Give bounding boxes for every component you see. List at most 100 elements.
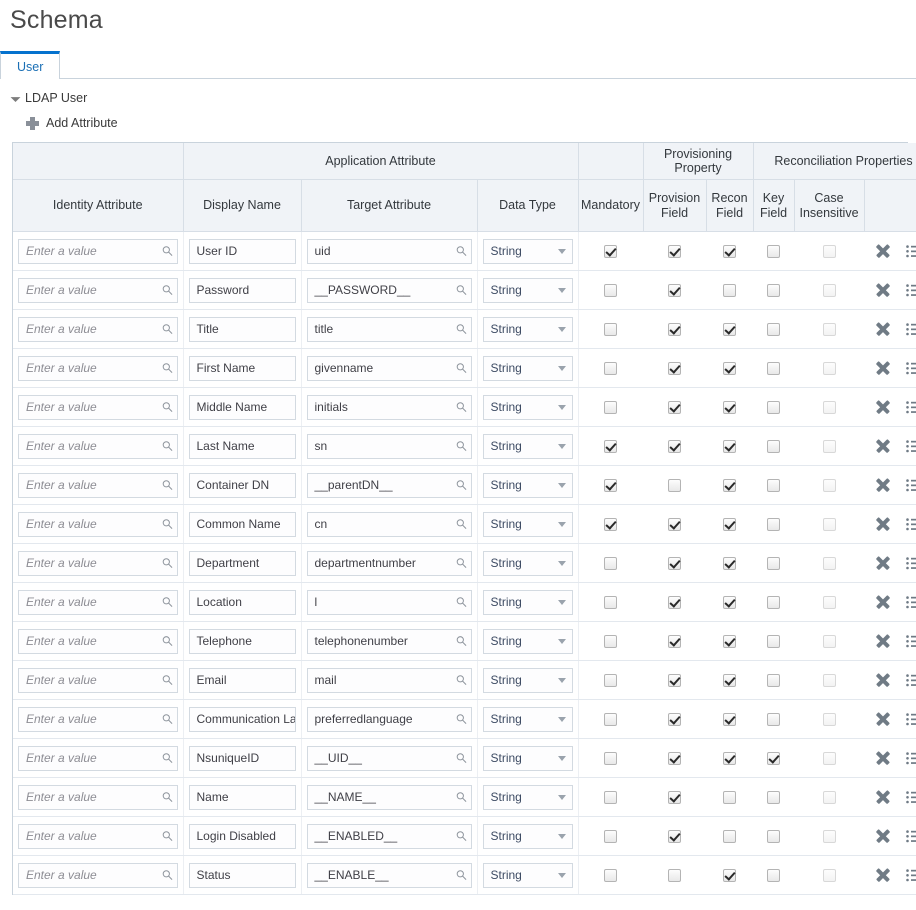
data-type-select[interactable]: String [482, 706, 573, 732]
mandatory-checkbox[interactable] [604, 673, 618, 687]
search-icon[interactable] [456, 285, 467, 296]
mandatory-checkbox[interactable] [604, 361, 618, 375]
chevron-down-icon[interactable] [557, 405, 566, 410]
data-type-select[interactable]: String [482, 277, 573, 303]
recon-field-checkbox[interactable] [723, 322, 736, 336]
recon-field-checkbox[interactable] [723, 790, 736, 804]
search-icon[interactable] [456, 363, 467, 374]
tree-node-ldap-user[interactable]: LDAP User [0, 79, 916, 105]
identity-attribute-input[interactable]: Enter a value [18, 316, 178, 342]
key-field-checkbox[interactable] [767, 244, 780, 258]
provision-field-checkbox[interactable] [668, 868, 681, 882]
mandatory-checkbox[interactable] [604, 556, 618, 570]
data-type-select[interactable]: String [482, 472, 573, 498]
case-insensitive-checkbox[interactable] [822, 478, 836, 492]
delete-x-icon[interactable] [875, 790, 890, 805]
display-name-input[interactable]: Department [188, 550, 296, 576]
list-icon[interactable] [906, 634, 916, 648]
list-icon[interactable] [906, 712, 916, 726]
data-type-select[interactable]: String [482, 511, 573, 537]
delete-x-icon[interactable] [875, 517, 890, 532]
identity-attribute-input[interactable]: Enter a value [18, 667, 178, 693]
delete-x-icon[interactable] [875, 673, 890, 688]
display-name-input[interactable]: User ID [188, 238, 296, 264]
target-attribute-input[interactable]: __PASSWORD__ [306, 277, 472, 303]
provision-field-checkbox[interactable] [668, 244, 681, 258]
key-field-checkbox[interactable] [767, 322, 780, 336]
display-name-input[interactable]: Name [188, 784, 296, 810]
col-header-mandatory[interactable]: Mandatory [578, 179, 644, 232]
mandatory-checkbox[interactable] [604, 244, 618, 258]
display-name-input[interactable]: Title [188, 316, 296, 342]
provision-field-checkbox[interactable] [668, 478, 681, 492]
provision-field-checkbox[interactable] [668, 322, 681, 336]
mandatory-checkbox[interactable] [604, 439, 618, 453]
search-icon[interactable] [162, 441, 173, 452]
chevron-down-icon[interactable] [557, 483, 566, 488]
recon-field-checkbox[interactable] [723, 478, 736, 492]
search-icon[interactable] [456, 324, 467, 335]
delete-x-icon[interactable] [875, 556, 890, 571]
search-icon[interactable] [162, 363, 173, 374]
chevron-down-icon[interactable] [557, 678, 566, 683]
delete-x-icon[interactable] [875, 712, 890, 727]
col-header-recon-field[interactable]: Recon Field [706, 179, 754, 232]
chevron-down-icon[interactable] [557, 366, 566, 371]
add-attribute-button[interactable]: Add Attribute [0, 105, 916, 130]
data-type-select[interactable]: String [482, 394, 573, 420]
case-insensitive-checkbox[interactable] [822, 322, 836, 336]
chevron-down-icon[interactable] [557, 327, 566, 332]
identity-attribute-input[interactable]: Enter a value [18, 550, 178, 576]
search-icon[interactable] [456, 558, 467, 569]
list-icon[interactable] [906, 751, 916, 765]
delete-x-icon[interactable] [875, 478, 890, 493]
delete-x-icon[interactable] [875, 244, 890, 259]
search-icon[interactable] [162, 324, 173, 335]
recon-field-checkbox[interactable] [723, 634, 736, 648]
display-name-input[interactable]: Container DN [188, 472, 296, 498]
chevron-down-icon[interactable] [557, 756, 566, 761]
search-icon[interactable] [162, 285, 173, 296]
target-attribute-input[interactable]: initials [306, 394, 472, 420]
list-icon[interactable] [906, 322, 916, 336]
provision-field-checkbox[interactable] [668, 517, 681, 531]
display-name-input[interactable]: Communication Lan [188, 706, 296, 732]
key-field-checkbox[interactable] [767, 283, 780, 297]
search-icon[interactable] [162, 480, 173, 491]
search-icon[interactable] [456, 480, 467, 491]
list-icon[interactable] [906, 517, 916, 531]
case-insensitive-checkbox[interactable] [822, 634, 836, 648]
display-name-input[interactable]: Login Disabled [188, 823, 296, 849]
target-attribute-input[interactable]: __ENABLED__ [306, 823, 472, 849]
key-field-checkbox[interactable] [767, 556, 780, 570]
case-insensitive-checkbox[interactable] [822, 439, 836, 453]
chevron-down-icon[interactable] [557, 600, 566, 605]
chevron-down-icon[interactable] [557, 561, 566, 566]
identity-attribute-input[interactable]: Enter a value [18, 277, 178, 303]
data-type-select[interactable]: String [482, 784, 573, 810]
delete-x-icon[interactable] [875, 868, 890, 883]
chevron-down-icon[interactable] [557, 873, 566, 878]
provision-field-checkbox[interactable] [668, 556, 681, 570]
recon-field-checkbox[interactable] [723, 400, 736, 414]
key-field-checkbox[interactable] [767, 634, 780, 648]
identity-attribute-input[interactable]: Enter a value [18, 706, 178, 732]
identity-attribute-input[interactable]: Enter a value [18, 238, 178, 264]
col-header-identity-attribute[interactable]: Identity Attribute [13, 179, 184, 232]
recon-field-checkbox[interactable] [723, 244, 736, 258]
recon-field-checkbox[interactable] [723, 712, 736, 726]
mandatory-checkbox[interactable] [604, 283, 618, 297]
search-icon[interactable] [162, 246, 173, 257]
search-icon[interactable] [456, 870, 467, 881]
display-name-input[interactable]: Password [188, 277, 296, 303]
target-attribute-input[interactable]: __UID__ [306, 745, 472, 771]
search-icon[interactable] [456, 792, 467, 803]
chevron-down-icon[interactable] [557, 249, 566, 254]
provision-field-checkbox[interactable] [668, 439, 681, 453]
key-field-checkbox[interactable] [767, 673, 780, 687]
mandatory-checkbox[interactable] [604, 634, 618, 648]
case-insensitive-checkbox[interactable] [822, 829, 836, 843]
mandatory-checkbox[interactable] [604, 400, 618, 414]
tab-user[interactable]: User [0, 51, 61, 79]
provision-field-checkbox[interactable] [668, 634, 681, 648]
